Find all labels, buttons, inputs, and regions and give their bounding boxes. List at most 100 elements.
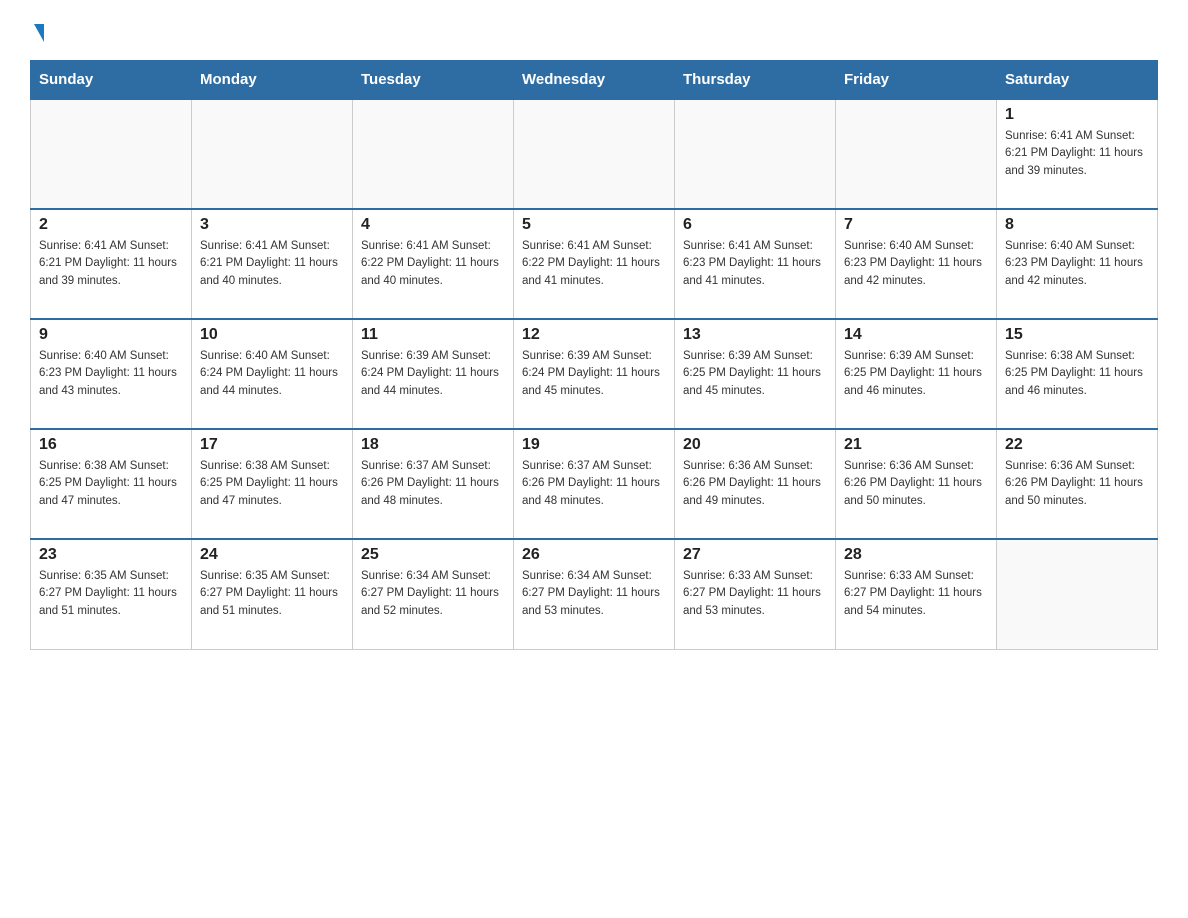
day-number: 27 xyxy=(683,546,827,564)
day-number: 12 xyxy=(522,326,666,344)
day-info: Sunrise: 6:40 AM Sunset: 6:23 PM Dayligh… xyxy=(39,348,183,400)
calendar-day-cell: 12 Sunrise: 6:39 AM Sunset: 6:24 PM Dayli… xyxy=(514,319,675,429)
calendar-day-cell xyxy=(514,99,675,209)
day-info: Sunrise: 6:38 AM Sunset: 6:25 PM Dayligh… xyxy=(39,458,183,510)
day-of-week-header: Thursday xyxy=(675,61,836,100)
calendar-day-cell: 19 Sunrise: 6:37 AM Sunset: 6:26 PM Dayli… xyxy=(514,429,675,539)
day-info: Sunrise: 6:33 AM Sunset: 6:27 PM Dayligh… xyxy=(683,568,827,620)
day-number: 11 xyxy=(361,326,505,344)
calendar-week-row: 23Sunrise: 6:35 AM Sunset: 6:27 PM Dayli… xyxy=(31,539,1158,649)
day-number: 21 xyxy=(844,436,988,454)
day-info: Sunrise: 6:38 AM Sunset: 6:25 PM Dayligh… xyxy=(200,458,344,510)
day-of-week-header: Tuesday xyxy=(353,61,514,100)
calendar-day-cell xyxy=(836,99,997,209)
calendar-header-row: SundayMondayTuesdayWednesdayThursdayFrid… xyxy=(31,61,1158,100)
day-number: 22 xyxy=(1005,436,1149,454)
day-info: Sunrise: 6:34 AM Sunset: 6:27 PM Dayligh… xyxy=(361,568,505,620)
day-number: 20 xyxy=(683,436,827,454)
day-number: 7 xyxy=(844,216,988,234)
day-info: Sunrise: 6:36 AM Sunset: 6:26 PM Dayligh… xyxy=(844,458,988,510)
day-info: Sunrise: 6:36 AM Sunset: 6:26 PM Dayligh… xyxy=(683,458,827,510)
calendar-day-cell xyxy=(31,99,192,209)
day-number: 14 xyxy=(844,326,988,344)
calendar-day-cell: 28 Sunrise: 6:33 AM Sunset: 6:27 PM Dayli… xyxy=(836,539,997,649)
day-info: Sunrise: 6:41 AM Sunset: 6:23 PM Dayligh… xyxy=(683,238,827,290)
calendar-day-cell: 16Sunrise: 6:38 AM Sunset: 6:25 PM Dayli… xyxy=(31,429,192,539)
day-info: Sunrise: 6:41 AM Sunset: 6:21 PM Dayligh… xyxy=(1005,128,1149,180)
day-number: 5 xyxy=(522,216,666,234)
day-info: Sunrise: 6:37 AM Sunset: 6:26 PM Dayligh… xyxy=(361,458,505,510)
calendar-day-cell: 7 Sunrise: 6:40 AM Sunset: 6:23 PM Daylig… xyxy=(836,209,997,319)
day-info: Sunrise: 6:41 AM Sunset: 6:22 PM Dayligh… xyxy=(361,238,505,290)
calendar-day-cell: 15 Sunrise: 6:38 AM Sunset: 6:25 PM Dayli… xyxy=(997,319,1158,429)
day-info: Sunrise: 6:35 AM Sunset: 6:27 PM Dayligh… xyxy=(200,568,344,620)
day-of-week-header: Wednesday xyxy=(514,61,675,100)
logo xyxy=(30,20,44,40)
calendar-day-cell: 1 Sunrise: 6:41 AM Sunset: 6:21 PM Daylig… xyxy=(997,99,1158,209)
day-info: Sunrise: 6:39 AM Sunset: 6:25 PM Dayligh… xyxy=(844,348,988,400)
day-info: Sunrise: 6:33 AM Sunset: 6:27 PM Dayligh… xyxy=(844,568,988,620)
calendar-day-cell: 5 Sunrise: 6:41 AM Sunset: 6:22 PM Daylig… xyxy=(514,209,675,319)
calendar-day-cell: 4 Sunrise: 6:41 AM Sunset: 6:22 PM Daylig… xyxy=(353,209,514,319)
logo-arrow-icon xyxy=(34,24,44,42)
calendar-day-cell: 8 Sunrise: 6:40 AM Sunset: 6:23 PM Daylig… xyxy=(997,209,1158,319)
day-number: 13 xyxy=(683,326,827,344)
day-number: 18 xyxy=(361,436,505,454)
calendar-day-cell: 2 Sunrise: 6:41 AM Sunset: 6:21 PM Daylig… xyxy=(31,209,192,319)
day-number: 6 xyxy=(683,216,827,234)
calendar-day-cell: 3 Sunrise: 6:41 AM Sunset: 6:21 PM Daylig… xyxy=(192,209,353,319)
calendar-day-cell: 25Sunrise: 6:34 AM Sunset: 6:27 PM Dayli… xyxy=(353,539,514,649)
day-info: Sunrise: 6:41 AM Sunset: 6:21 PM Dayligh… xyxy=(39,238,183,290)
day-info: Sunrise: 6:34 AM Sunset: 6:27 PM Dayligh… xyxy=(522,568,666,620)
day-info: Sunrise: 6:38 AM Sunset: 6:25 PM Dayligh… xyxy=(1005,348,1149,400)
day-info: Sunrise: 6:40 AM Sunset: 6:24 PM Dayligh… xyxy=(200,348,344,400)
day-number: 10 xyxy=(200,326,344,344)
day-info: Sunrise: 6:36 AM Sunset: 6:26 PM Dayligh… xyxy=(1005,458,1149,510)
day-number: 9 xyxy=(39,326,183,344)
day-of-week-header: Sunday xyxy=(31,61,192,100)
day-info: Sunrise: 6:39 AM Sunset: 6:24 PM Dayligh… xyxy=(361,348,505,400)
day-info: Sunrise: 6:39 AM Sunset: 6:25 PM Dayligh… xyxy=(683,348,827,400)
calendar-day-cell: 13 Sunrise: 6:39 AM Sunset: 6:25 PM Dayli… xyxy=(675,319,836,429)
day-info: Sunrise: 6:35 AM Sunset: 6:27 PM Dayligh… xyxy=(39,568,183,620)
calendar-day-cell xyxy=(192,99,353,209)
calendar-day-cell: 11 Sunrise: 6:39 AM Sunset: 6:24 PM Dayli… xyxy=(353,319,514,429)
calendar-week-row: 16Sunrise: 6:38 AM Sunset: 6:25 PM Dayli… xyxy=(31,429,1158,539)
calendar-day-cell xyxy=(353,99,514,209)
calendar-day-cell xyxy=(675,99,836,209)
calendar-day-cell: 26 Sunrise: 6:34 AM Sunset: 6:27 PM Dayli… xyxy=(514,539,675,649)
calendar-day-cell: 23Sunrise: 6:35 AM Sunset: 6:27 PM Dayli… xyxy=(31,539,192,649)
day-number: 3 xyxy=(200,216,344,234)
day-info: Sunrise: 6:40 AM Sunset: 6:23 PM Dayligh… xyxy=(1005,238,1149,290)
calendar-week-row: 1 Sunrise: 6:41 AM Sunset: 6:21 PM Daylig… xyxy=(31,99,1158,209)
day-number: 26 xyxy=(522,546,666,564)
day-info: Sunrise: 6:41 AM Sunset: 6:22 PM Dayligh… xyxy=(522,238,666,290)
calendar-day-cell: 9 Sunrise: 6:40 AM Sunset: 6:23 PM Daylig… xyxy=(31,319,192,429)
day-number: 28 xyxy=(844,546,988,564)
day-info: Sunrise: 6:39 AM Sunset: 6:24 PM Dayligh… xyxy=(522,348,666,400)
calendar-day-cell: 22 Sunrise: 6:36 AM Sunset: 6:26 PM Dayli… xyxy=(997,429,1158,539)
day-number: 2 xyxy=(39,216,183,234)
day-of-week-header: Saturday xyxy=(997,61,1158,100)
calendar-day-cell: 6 Sunrise: 6:41 AM Sunset: 6:23 PM Daylig… xyxy=(675,209,836,319)
day-number: 15 xyxy=(1005,326,1149,344)
calendar-day-cell: 27 Sunrise: 6:33 AM Sunset: 6:27 PM Dayli… xyxy=(675,539,836,649)
calendar-day-cell: 10 Sunrise: 6:40 AM Sunset: 6:24 PM Dayli… xyxy=(192,319,353,429)
day-number: 17 xyxy=(200,436,344,454)
day-of-week-header: Friday xyxy=(836,61,997,100)
day-info: Sunrise: 6:41 AM Sunset: 6:21 PM Dayligh… xyxy=(200,238,344,290)
calendar-week-row: 9 Sunrise: 6:40 AM Sunset: 6:23 PM Daylig… xyxy=(31,319,1158,429)
calendar-day-cell: 21 Sunrise: 6:36 AM Sunset: 6:26 PM Dayli… xyxy=(836,429,997,539)
day-number: 19 xyxy=(522,436,666,454)
calendar-day-cell: 24 Sunrise: 6:35 AM Sunset: 6:27 PM Dayli… xyxy=(192,539,353,649)
day-number: 1 xyxy=(1005,106,1149,124)
day-of-week-header: Monday xyxy=(192,61,353,100)
page-header xyxy=(30,20,1158,40)
day-number: 24 xyxy=(200,546,344,564)
day-info: Sunrise: 6:37 AM Sunset: 6:26 PM Dayligh… xyxy=(522,458,666,510)
calendar-week-row: 2 Sunrise: 6:41 AM Sunset: 6:21 PM Daylig… xyxy=(31,209,1158,319)
day-number: 4 xyxy=(361,216,505,234)
calendar-day-cell: 20 Sunrise: 6:36 AM Sunset: 6:26 PM Dayli… xyxy=(675,429,836,539)
day-info: Sunrise: 6:40 AM Sunset: 6:23 PM Dayligh… xyxy=(844,238,988,290)
day-number: 8 xyxy=(1005,216,1149,234)
